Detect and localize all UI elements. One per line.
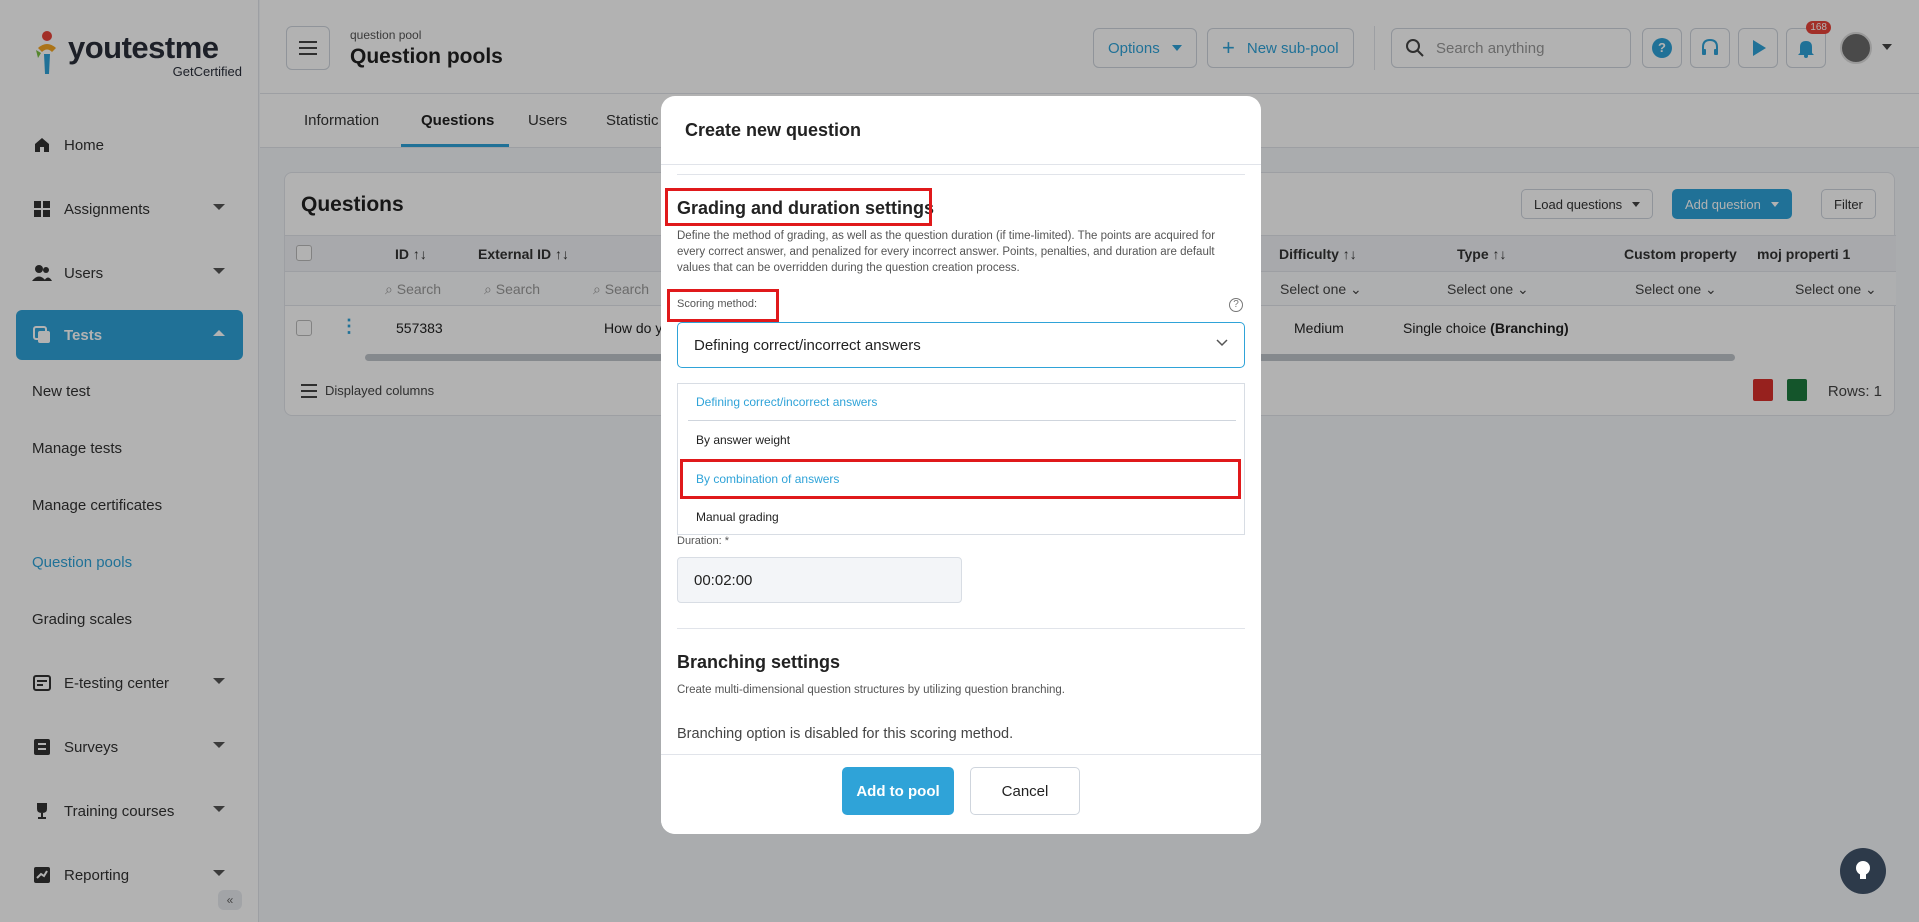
duration-label: Duration: * [677, 535, 729, 547]
branching-disabled-note: Branching option is disabled for this sc… [677, 726, 1014, 742]
grading-description: Define the method of grading, as well as… [677, 230, 1216, 274]
option-manual-grading[interactable]: Manual grading [696, 510, 779, 524]
option-defining-correct-incorrect[interactable]: Defining correct/incorrect answers [696, 395, 877, 409]
lightbulb-icon [1856, 861, 1870, 879]
help-icon[interactable]: ? [1229, 298, 1243, 312]
modal-title: Create new question [685, 120, 862, 140]
highlight-combination-option [680, 459, 1241, 499]
highlight-scoring-label [667, 289, 779, 322]
branching-description: Create multi-dimensional question struct… [677, 684, 1066, 696]
divider [677, 174, 1245, 175]
divider [677, 628, 1245, 629]
add-to-pool-button[interactable]: Add to pool [842, 767, 954, 815]
scoring-method-select[interactable]: Defining correct/incorrect answers [677, 322, 1245, 368]
modal-footer: Add to pool Cancel [661, 754, 1261, 834]
divider [688, 420, 1236, 421]
duration-input[interactable]: 00:02:00 [677, 557, 962, 603]
chevron-down-icon [1216, 339, 1228, 347]
scoring-method-value: Defining correct/incorrect answers [694, 336, 921, 354]
tips-button[interactable] [1840, 848, 1886, 894]
option-by-answer-weight[interactable]: By answer weight [696, 433, 790, 447]
divider [661, 164, 1261, 165]
highlight-grading-title [665, 188, 932, 226]
branching-section-title: Branching settings [677, 652, 841, 672]
cancel-button[interactable]: Cancel [970, 767, 1080, 815]
